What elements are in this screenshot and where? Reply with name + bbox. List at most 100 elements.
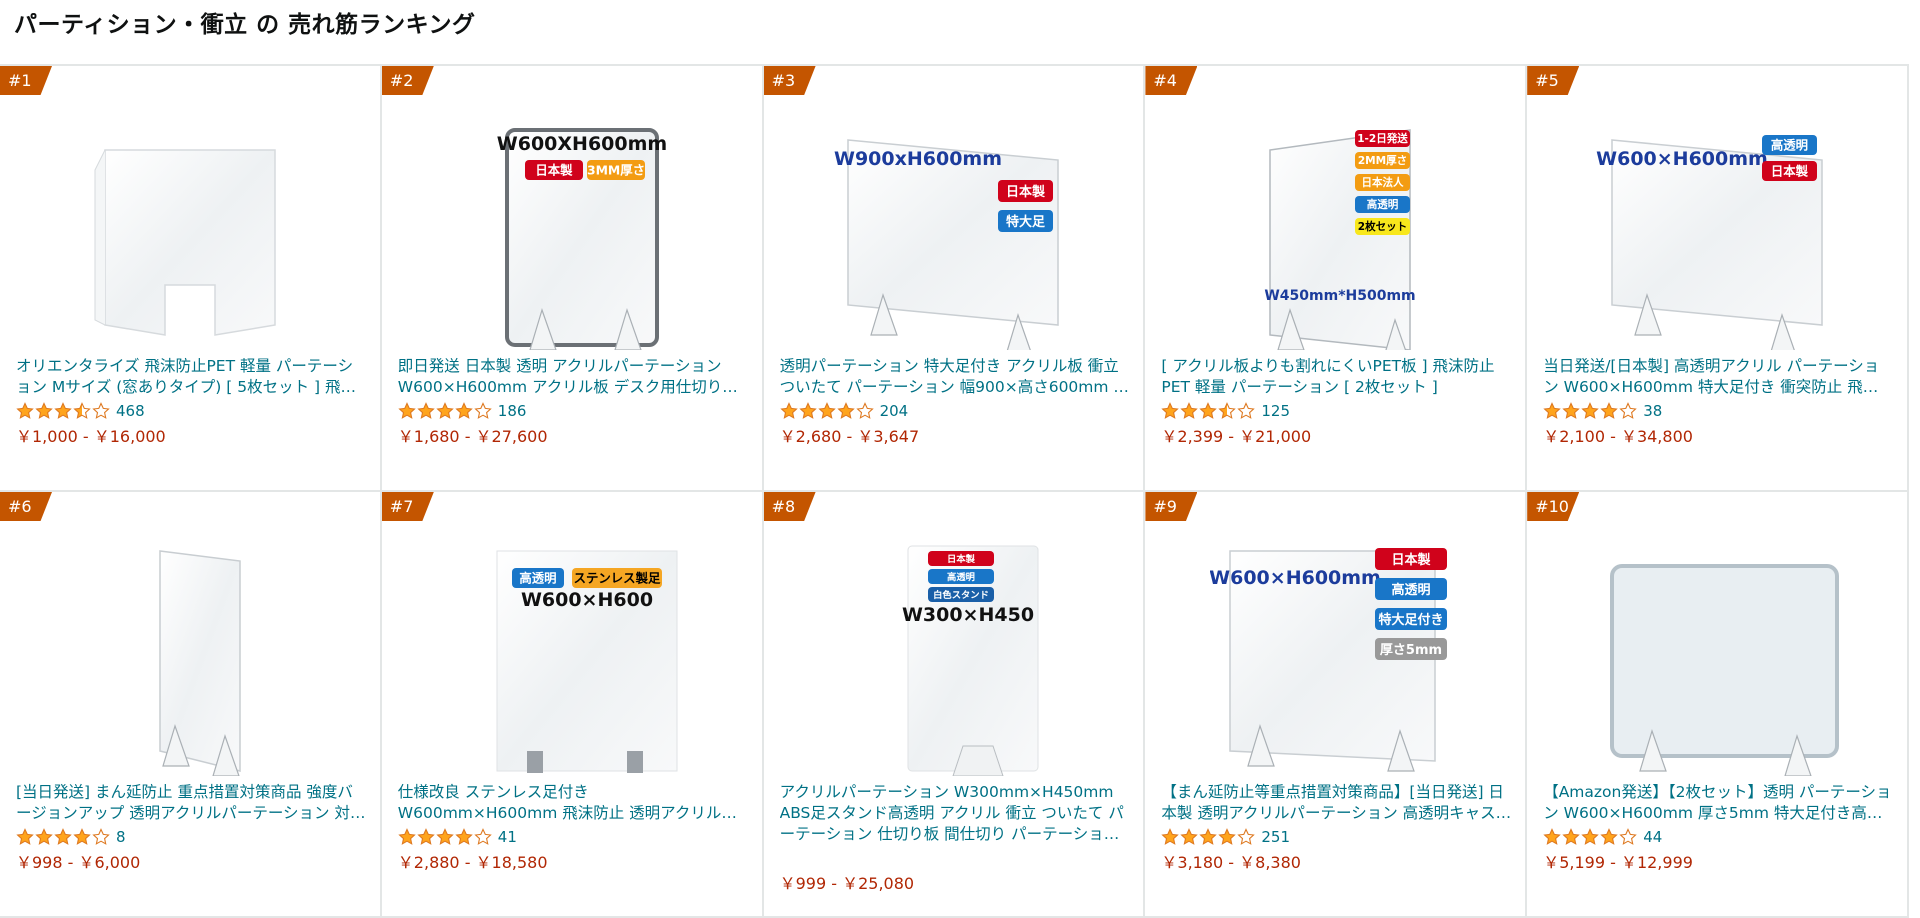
product-card[interactable]: #4 W450mm*H500mm 1-2日発送 2MM厚さ 日本法人 高透明 2枚セット [ … (1145, 66, 1528, 492)
rating-row[interactable]: 125 (1161, 401, 1290, 421)
product-image[interactable] (65, 536, 315, 776)
product-title-link[interactable]: アクリルパーテーション W300mm×H450mm ABS足スタンド高透明 アク… (780, 782, 1130, 845)
review-count-link[interactable]: 125 (1261, 402, 1290, 420)
rating-row[interactable]: 204 (779, 401, 909, 421)
star-empty-icon (1237, 828, 1256, 845)
review-count-link[interactable]: 251 (1261, 828, 1290, 846)
ranking-grid: #1 オリエンタライズ 飛沫防止PET 軽量 パーテーション Mサイズ (窓ありタ… (0, 64, 1909, 918)
star-half-icon (73, 402, 91, 419)
rating-row[interactable]: 468 (16, 401, 145, 421)
product-title-link[interactable]: 仕様改良 ステンレス足付き W600mm×H600mm 飛沫防止 透明アクリルパ… (398, 782, 748, 824)
svg-text:W450mm*H500mm: W450mm*H500mm (1265, 288, 1416, 304)
svg-text:ステンレス製足: ステンレス製足 (573, 570, 660, 585)
price-range: ￥2,399 - ￥21,000 (1161, 427, 1312, 446)
product-card[interactable]: #2 W600XH600mm 日本製 3MM厚さ 即日発送 日本製 透明 アクリルパーテ… (381, 66, 764, 492)
rating-row[interactable]: 41 (398, 827, 517, 847)
star-empty-icon (474, 402, 492, 419)
product-title-link[interactable]: 当日発送/[日本製] 高透明アクリル パーテーション W600×H600mm 特… (1543, 356, 1893, 398)
rank-badge: #6 (0, 492, 52, 521)
rank-badge: #5 (1527, 66, 1580, 95)
star-full-icon (436, 828, 454, 845)
star-full-icon (35, 402, 53, 419)
product-title-link[interactable]: 透明パーテーション 特大足付き アクリル板 衝立 ついたて パーテーション 幅9… (780, 356, 1130, 398)
star-full-icon (1543, 402, 1561, 419)
product-card[interactable]: #10 【Amazon発送】【2枚セット】透明 パーテーション W600×H600… (1527, 492, 1909, 918)
rating-row[interactable]: 8 (16, 827, 126, 847)
review-count-link[interactable]: 38 (1643, 402, 1662, 420)
product-image[interactable]: W600XH600mm 日本製 3MM厚さ (447, 110, 697, 350)
product-card[interactable]: #3 W900xH600mm 日本製 特大足 透明パーテーション 特大足付き アクリル板… (763, 66, 1146, 492)
star-full-icon (16, 828, 34, 845)
product-title-link[interactable]: 【Amazon発送】【2枚セット】透明 パーテーション W600×H600mm … (1543, 782, 1893, 824)
rank-badge: #9 (1145, 492, 1198, 521)
price-range: ￥2,680 - ￥3,647 (779, 427, 920, 446)
product-card[interactable]: #6 [当日発送] まん延防止 重点措置対策商品 強度バージョンアップ 透明アクリ… (0, 492, 382, 918)
star-full-icon (836, 402, 855, 419)
rating-row[interactable]: 186 (398, 401, 527, 421)
star-empty-icon (1237, 402, 1256, 419)
rating-row[interactable]: 38 (1543, 401, 1662, 421)
star-full-icon (54, 402, 72, 419)
star-empty-icon (92, 402, 110, 419)
star-full-icon (779, 402, 798, 419)
star-full-icon (1218, 828, 1237, 845)
svg-text:2枚セット: 2枚セット (1358, 220, 1407, 233)
product-title-link[interactable]: オリエンタライズ 飛沫防止PET 軽量 パーテーション Mサイズ (窓ありタイプ… (16, 356, 366, 398)
price-range: ￥2,880 - ￥18,580 (397, 853, 548, 872)
star-half-icon (1218, 402, 1237, 419)
svg-text:日本製: 日本製 (1006, 184, 1045, 200)
review-count-link[interactable]: 41 (498, 828, 517, 846)
review-count-link[interactable]: 186 (498, 402, 527, 420)
svg-text:特大足: 特大足 (1006, 214, 1046, 230)
svg-text:3MM厚さ: 3MM厚さ (587, 162, 645, 177)
star-full-icon (398, 828, 416, 845)
page-title: パーティション・衝立 の 売れ筋ランキング (14, 12, 476, 38)
review-count-link[interactable]: 8 (116, 828, 126, 846)
product-card[interactable]: #7 W600×H600 高透明 ステンレス製足仕様改良 ステンレス足付き W600m… (381, 492, 764, 918)
star-full-icon (1199, 402, 1218, 419)
product-image[interactable] (1592, 536, 1842, 776)
price-range: ￥3,180 - ￥8,380 (1161, 853, 1301, 872)
rank-badge: #8 (763, 492, 816, 521)
review-count-link[interactable]: 44 (1643, 828, 1662, 846)
rank-badge: #10 (1527, 492, 1580, 521)
product-image[interactable]: W900xH600mm 日本製 特大足 (828, 110, 1078, 350)
product-title-link[interactable]: [ アクリル板よりも割れにくいPET板 ] 飛沫防止 PET 軽量 パーテーショ… (1161, 356, 1511, 398)
price-range: ￥1,680 - ￥27,600 (397, 427, 548, 446)
rating-row[interactable]: 44 (1543, 827, 1662, 847)
rank-badge: #7 (381, 492, 434, 521)
star-rating (1543, 828, 1637, 846)
review-count-link[interactable]: 204 (880, 402, 909, 420)
svg-text:高透明: 高透明 (948, 571, 976, 583)
product-title-link[interactable]: [当日発送] まん延防止 重点措置対策商品 強度バージョンアップ 透明アクリルパ… (16, 782, 366, 824)
product-card[interactable]: #8 W300×H450 日本製 高透明 白色スタンド アクリルパーテーション W300m… (763, 492, 1146, 918)
product-image[interactable] (65, 110, 315, 350)
star-full-icon (1199, 828, 1218, 845)
product-image[interactable]: W450mm*H500mm 1-2日発送 2MM厚さ 日本法人 高透明 2枚セット (1210, 110, 1460, 350)
price-range: ￥998 - ￥6,000 (16, 853, 141, 872)
star-full-icon (1161, 402, 1180, 419)
star-full-icon (16, 402, 34, 419)
star-rating (1543, 402, 1637, 420)
star-full-icon (1161, 828, 1180, 845)
star-full-icon (1562, 402, 1580, 419)
product-image[interactable]: W600×H600mm 高透明 日本製 (1592, 110, 1842, 350)
svg-text:高透明: 高透明 (1771, 137, 1808, 152)
product-image[interactable]: W300×H450 日本製 高透明 白色スタンド (828, 536, 1078, 776)
product-card[interactable]: #5 W600×H600mm 高透明 日本製当日発送/[日本製] 高透明アクリル パー… (1527, 66, 1909, 492)
product-card[interactable]: #9 W600×H600mm 日本製 高透明 特大足付き 厚さ5mm 【まん延防止等重点措置… (1145, 492, 1528, 918)
star-rating (398, 828, 492, 846)
star-rating (16, 828, 110, 846)
rank-badge: #1 (0, 66, 52, 95)
rating-row[interactable]: 251 (1161, 827, 1290, 847)
product-image[interactable]: W600×H600 高透明 ステンレス製足 (447, 536, 697, 776)
product-title-link[interactable]: 【まん延防止等重点措置対策商品】[当日発送] 日本製 透明アクリルパーテーション… (1161, 782, 1511, 824)
review-count-link[interactable]: 468 (116, 402, 145, 420)
svg-text:白色スタンド: 白色スタンド (934, 589, 990, 601)
star-rating (779, 402, 874, 420)
product-title-link[interactable]: 即日発送 日本製 透明 アクリルパーテーション W600×H600mm アクリル… (398, 356, 748, 398)
star-full-icon (1180, 402, 1199, 419)
product-card[interactable]: #1 オリエンタライズ 飛沫防止PET 軽量 パーテーション Mサイズ (窓ありタ… (0, 66, 382, 492)
rank-badge: #3 (763, 66, 816, 95)
product-image[interactable]: W600×H600mm 日本製 高透明 特大足付き 厚さ5mm (1210, 536, 1460, 776)
